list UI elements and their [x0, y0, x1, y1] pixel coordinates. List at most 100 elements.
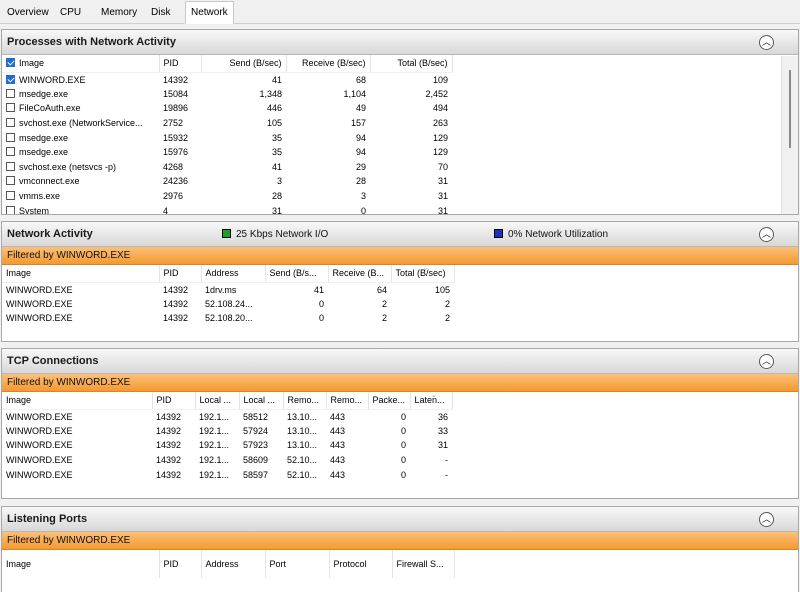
- cell-remote-port: 443: [330, 411, 346, 422]
- col-firewall-status[interactable]: Firewall S...: [392, 550, 455, 578]
- col-pid[interactable]: PID: [159, 55, 202, 73]
- process-checkbox[interactable]: [6, 176, 15, 186]
- collapse-tcp-icon[interactable]: ︿: [759, 354, 774, 369]
- table-row[interactable]: WINWORD.EXE 14392 192.1... 58609 52.10... 443…: [2, 453, 452, 468]
- table-row[interactable]: vmconnect.exe 24236 3 28 31: [2, 174, 452, 189]
- process-name: svchost.exe (NetworkService...: [19, 118, 143, 129]
- listening-ports-panel: Listening Ports ︿ Filtered by WINWORD.EX…: [1, 506, 799, 592]
- col-send[interactable]: Send (B/s...: [265, 265, 329, 283]
- cell-receive: 49: [355, 103, 366, 114]
- table-row[interactable]: WINWORD.EXE 14392 192.1... 57924 13.10... 443…: [2, 424, 452, 439]
- col-receive[interactable]: Receive (B...: [328, 265, 392, 283]
- table-row[interactable]: WINWORD.EXE 14392 192.1... 57923 13.10... 443…: [2, 438, 452, 453]
- col-latency[interactable]: ⌄ Laten...: [410, 392, 453, 410]
- processes-scrollbar[interactable]: [781, 56, 798, 214]
- col-packet-loss[interactable]: Packe...: [368, 392, 411, 410]
- col-send[interactable]: Send (B/sec): [201, 55, 287, 73]
- cell-image: FileCoAuth.exe: [2, 101, 159, 116]
- col-image[interactable]: Image: [2, 265, 160, 283]
- collapse-network-activity-icon[interactable]: ︿: [759, 227, 774, 242]
- process-checkbox[interactable]: [6, 118, 15, 128]
- table-row[interactable]: vmms.exe 2976 28 3 31: [2, 189, 452, 204]
- process-checkbox[interactable]: [6, 103, 15, 113]
- process-checkbox[interactable]: [6, 74, 15, 84]
- process-checkbox[interactable]: [6, 191, 15, 201]
- cell-receive: 28: [355, 176, 366, 187]
- col-receive[interactable]: Receive (B/sec): [286, 55, 371, 73]
- cell-remote-address: 52.10...: [287, 455, 318, 466]
- col-remote-port[interactable]: Remo...: [326, 392, 369, 410]
- process-checkbox[interactable]: [6, 88, 15, 98]
- tcp-header[interactable]: TCP Connections ︿: [2, 349, 798, 374]
- select-all-checkbox[interactable]: [6, 58, 15, 68]
- cell-latency: 31: [437, 440, 448, 451]
- col-image[interactable]: Image: [2, 392, 153, 410]
- col-image[interactable]: Image: [2, 55, 160, 73]
- cell-send: 35: [271, 132, 282, 143]
- table-row[interactable]: System 4 31 0 31: [2, 203, 452, 214]
- listening-ports-filter: Filtered by WINWORD.EXE: [2, 532, 798, 550]
- col-pid[interactable]: PID: [159, 265, 202, 283]
- collapse-processes-icon[interactable]: ︿: [759, 35, 774, 50]
- table-row[interactable]: msedge.exe 15084 1,348 1,104 2,452: [2, 87, 452, 102]
- table-row[interactable]: msedge.exe 15976 35 94 129: [2, 145, 452, 160]
- process-checkbox[interactable]: [6, 205, 15, 214]
- tab-network[interactable]: Network: [185, 1, 234, 24]
- listening-ports-title: Listening Ports: [7, 513, 88, 525]
- scroll-thumb[interactable]: [789, 70, 791, 148]
- cell-packet-loss: 0: [400, 455, 406, 466]
- collapse-listening-ports-icon[interactable]: ︿: [759, 512, 774, 527]
- col-port[interactable]: ^ Port: [265, 550, 330, 578]
- tab-overview[interactable]: Overview: [2, 3, 54, 24]
- cell-remote-port: 443: [330, 425, 346, 436]
- col-total[interactable]: ⌄ Total (B/sec): [370, 55, 453, 73]
- col-local-port[interactable]: Local ...: [239, 392, 284, 410]
- col-address[interactable]: Address: [201, 550, 266, 578]
- cell-send: 446: [266, 103, 282, 114]
- processes-header[interactable]: Processes with Network Activity ︿: [2, 30, 798, 55]
- cell-total: 70: [437, 161, 448, 172]
- col-remote-address[interactable]: Remo...: [283, 392, 327, 410]
- processes-panel: Processes with Network Activity ︿ Image …: [1, 29, 799, 215]
- col-local-address[interactable]: Local ...: [195, 392, 240, 410]
- network-util-legend: 0% Network Utilization: [494, 229, 608, 240]
- col-pid[interactable]: PID: [152, 392, 196, 410]
- col-pid[interactable]: PID: [159, 550, 202, 578]
- network-activity-title: Network Activity: [7, 228, 93, 240]
- cell-send: 105: [266, 118, 282, 129]
- table-row[interactable]: msedge.exe 15932 35 94 129: [2, 130, 452, 145]
- tab-disk[interactable]: Disk: [146, 3, 175, 24]
- col-total[interactable]: ⌄ Total (B/sec): [391, 265, 455, 283]
- cell-image: msedge.exe: [2, 130, 159, 145]
- table-row[interactable]: WINWORD.EXE 14392 52.108.20... 0 2 2: [2, 311, 454, 326]
- cell-remote-port: 443: [330, 455, 346, 466]
- cell-send: 41: [271, 161, 282, 172]
- cell-image: WINWORD.EXE: [6, 425, 73, 436]
- cell-pid: 2976: [163, 191, 184, 202]
- tab-cpu[interactable]: CPU: [55, 3, 86, 24]
- cell-pid: 19896: [163, 103, 189, 114]
- cell-image: msedge.exe: [2, 87, 159, 102]
- process-checkbox[interactable]: [6, 132, 15, 142]
- tab-memory[interactable]: Memory: [96, 3, 142, 24]
- table-row[interactable]: svchost.exe (netsvcs -p) 4268 41 29 70: [2, 160, 452, 175]
- table-row[interactable]: FileCoAuth.exe 19896 446 49 494: [2, 101, 452, 116]
- process-checkbox[interactable]: [6, 147, 15, 157]
- col-address[interactable]: Address: [201, 265, 266, 283]
- table-row[interactable]: svchost.exe (NetworkService... 2752 105 157…: [2, 116, 452, 131]
- network-activity-header[interactable]: Network Activity 25 Kbps Network I/O 0% …: [2, 222, 798, 247]
- process-checkbox[interactable]: [6, 161, 15, 171]
- table-row[interactable]: WINWORD.EXE 14392 1drv.ms 41 64 105: [2, 282, 454, 297]
- cell-local-port: 58609: [243, 455, 269, 466]
- table-row[interactable]: WINWORD.EXE 14392 192.1... 58512 13.10... 443…: [2, 409, 452, 424]
- tcp-table: Image PID Local ... Local ... Remo... Re…: [2, 392, 453, 482]
- table-row[interactable]: WINWORD.EXE 14392 192.1... 58597 52.10... 443…: [2, 467, 452, 482]
- table-row[interactable]: WINWORD.EXE 14392 52.108.24... 0 2 2: [2, 297, 454, 312]
- col-image[interactable]: Image: [2, 550, 160, 578]
- cell-latency: -: [445, 455, 448, 466]
- listening-ports-header[interactable]: Listening Ports ︿: [2, 507, 798, 532]
- table-row[interactable]: WINWORD.EXE 14392 41 68 109: [2, 72, 452, 87]
- cell-image: WINWORD.EXE: [2, 72, 159, 87]
- col-protocol[interactable]: Protocol: [329, 550, 393, 578]
- cell-total: 494: [432, 103, 448, 114]
